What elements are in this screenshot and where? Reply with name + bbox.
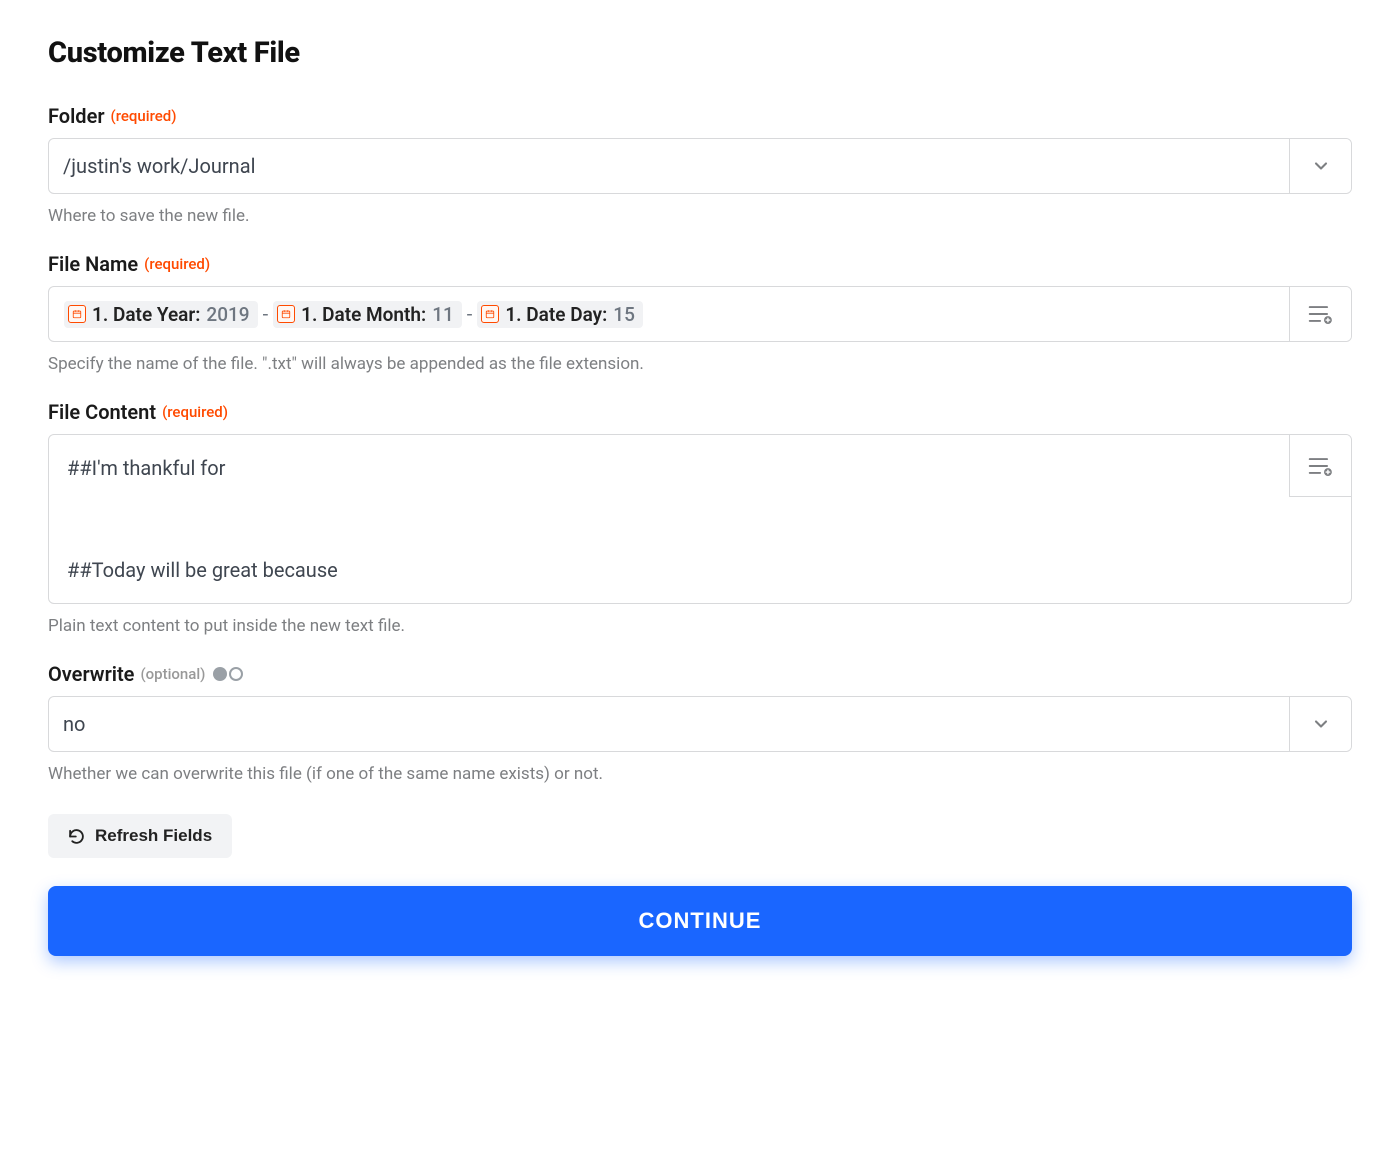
toggle-dot-filled-icon: [213, 667, 227, 681]
filecontent-insert-data-button[interactable]: [1289, 435, 1351, 497]
continue-button[interactable]: CONTINUE: [48, 886, 1352, 956]
refresh-fields-button[interactable]: Refresh Fields: [48, 814, 232, 858]
filename-required-tag: (required): [144, 255, 210, 273]
overwrite-mode-toggle[interactable]: [213, 667, 243, 681]
calendar-icon: [481, 305, 499, 323]
overwrite-select[interactable]: no: [48, 696, 1352, 752]
overwrite-optional-tag: (optional): [140, 665, 205, 683]
filecontent-field-group: File Content (required) ##I'm thankful f…: [48, 400, 1352, 636]
filecontent-label: File Content: [48, 400, 156, 424]
refresh-fields-label: Refresh Fields: [95, 826, 212, 846]
filename-token[interactable]: 1. Date Month: 11: [273, 301, 462, 328]
calendar-icon: [277, 305, 295, 323]
chevron-down-icon: [1311, 156, 1331, 176]
filename-help: Specify the name of the file. ".txt" wil…: [48, 354, 1352, 374]
token-value: 15: [613, 303, 635, 326]
folder-field-group: Folder (required) /justin's work/Journal…: [48, 104, 1352, 226]
insert-data-icon: [1308, 455, 1334, 477]
insert-data-icon: [1308, 303, 1334, 325]
folder-help: Where to save the new file.: [48, 206, 1352, 226]
filename-field-group: File Name (required) 1. Date Year: 2019 …: [48, 252, 1352, 374]
filecontent-help: Plain text content to put inside the new…: [48, 616, 1352, 636]
folder-dropdown-toggle[interactable]: [1289, 139, 1351, 193]
calendar-icon: [68, 305, 86, 323]
folder-label-row: Folder (required): [48, 104, 1352, 128]
chevron-down-icon: [1311, 714, 1331, 734]
filecontent-required-tag: (required): [162, 403, 228, 421]
overwrite-label-row: Overwrite (optional): [48, 662, 1352, 686]
overwrite-field-group: Overwrite (optional) no Whether we can o…: [48, 662, 1352, 784]
overwrite-label: Overwrite: [48, 662, 134, 686]
filename-label: File Name: [48, 252, 138, 276]
token-label: 1. Date Month:: [301, 303, 426, 326]
filename-token[interactable]: 1. Date Year: 2019: [64, 301, 258, 328]
filename-token[interactable]: 1. Date Day: 15: [477, 301, 643, 328]
folder-required-tag: (required): [111, 107, 177, 125]
page-title: Customize Text File: [48, 36, 1352, 70]
token-label: 1. Date Day:: [505, 303, 607, 326]
filecontent-textarea[interactable]: ##I'm thankful for ##Today will be great…: [49, 435, 1289, 603]
token-label: 1. Date Year:: [92, 303, 200, 326]
folder-label: Folder: [48, 104, 105, 128]
overwrite-value: no: [49, 697, 1289, 751]
token-separator: -: [463, 302, 477, 326]
token-separator: -: [259, 302, 273, 326]
filename-input[interactable]: 1. Date Year: 2019 - 1. Date Month: 11 -…: [48, 286, 1352, 342]
token-value: 2019: [206, 303, 249, 326]
filename-label-row: File Name (required): [48, 252, 1352, 276]
folder-value: /justin's work/Journal: [49, 139, 1289, 193]
token-value: 11: [432, 303, 454, 326]
filename-token-area[interactable]: 1. Date Year: 2019 - 1. Date Month: 11 -…: [49, 287, 1289, 341]
filename-insert-data-button[interactable]: [1289, 287, 1351, 341]
folder-select[interactable]: /justin's work/Journal: [48, 138, 1352, 194]
refresh-icon: [68, 828, 85, 845]
overwrite-dropdown-toggle[interactable]: [1289, 697, 1351, 751]
filecontent-input[interactable]: ##I'm thankful for ##Today will be great…: [48, 434, 1352, 604]
filecontent-label-row: File Content (required): [48, 400, 1352, 424]
overwrite-help: Whether we can overwrite this file (if o…: [48, 764, 1352, 784]
toggle-dot-hollow-icon: [229, 667, 243, 681]
